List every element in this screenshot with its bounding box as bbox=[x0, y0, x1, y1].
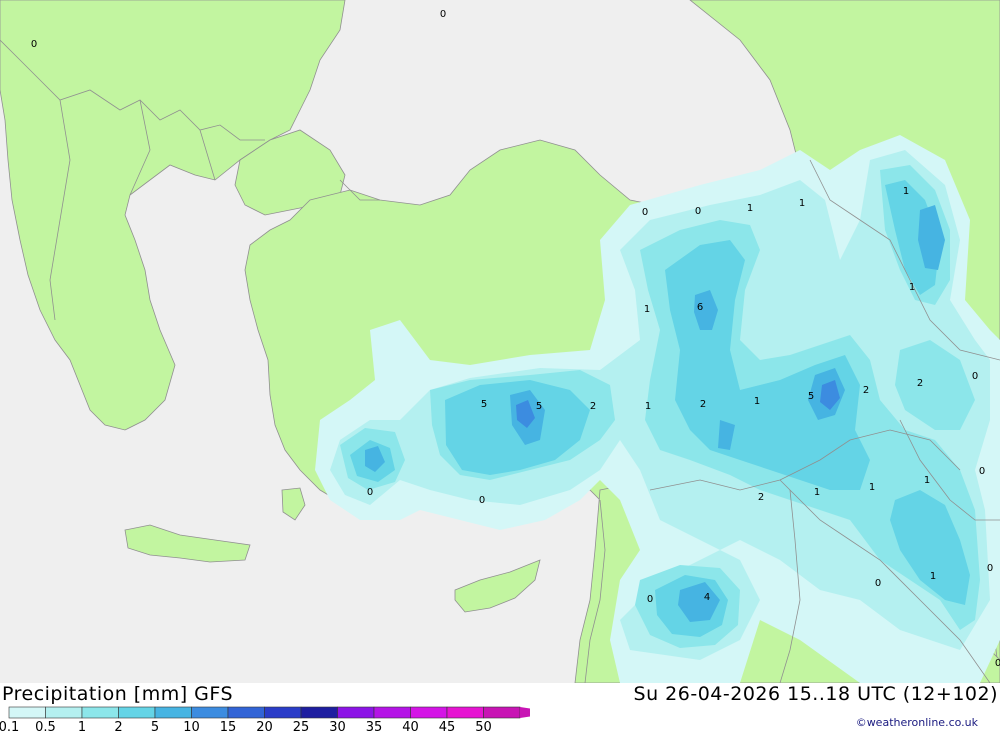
value-label: 1 bbox=[814, 487, 820, 498]
legend-label: 40 bbox=[402, 720, 419, 733]
value-label: 2 bbox=[590, 401, 596, 412]
value-label: 0 bbox=[479, 495, 485, 506]
value-label: 6 bbox=[697, 302, 703, 313]
legend-swatch bbox=[410, 706, 448, 719]
legend-swatch bbox=[154, 706, 192, 719]
value-label: 1 bbox=[799, 198, 805, 209]
value-label: 0 bbox=[972, 371, 978, 382]
map-title: Precipitation [mm] GFS bbox=[2, 683, 234, 705]
legend-label: 45 bbox=[439, 720, 456, 733]
value-label: 1 bbox=[869, 482, 875, 493]
value-label: 0 bbox=[367, 487, 373, 498]
credit-link[interactable]: ©weatheronline.co.uk bbox=[856, 716, 978, 729]
legend-label: 10 bbox=[183, 720, 200, 733]
value-label: 2 bbox=[863, 385, 869, 396]
legend-swatch bbox=[337, 706, 375, 719]
value-label: 0 bbox=[875, 578, 881, 589]
value-label: 5 bbox=[481, 399, 487, 410]
value-label: 0 bbox=[31, 39, 37, 50]
legend-swatch bbox=[446, 706, 484, 719]
value-label: 0 bbox=[987, 563, 993, 574]
legend-swatch bbox=[8, 706, 46, 719]
value-label: 1 bbox=[924, 475, 930, 486]
legend-swatch bbox=[373, 706, 411, 719]
value-label: 1 bbox=[930, 571, 936, 582]
value-label: 1 bbox=[747, 203, 753, 214]
value-label: 5 bbox=[808, 391, 814, 402]
value-label: 1 bbox=[645, 401, 651, 412]
legend-label: 30 bbox=[329, 720, 346, 733]
value-label: 1 bbox=[909, 282, 915, 293]
value-label: 0 bbox=[642, 207, 648, 218]
legend-label: 0.1 bbox=[0, 720, 19, 733]
legend-label: 35 bbox=[366, 720, 383, 733]
legend-swatch bbox=[300, 706, 338, 719]
value-label: 0 bbox=[440, 9, 446, 20]
legend-swatch bbox=[483, 706, 521, 719]
legend-swatch bbox=[118, 706, 156, 719]
legend-swatch bbox=[191, 706, 229, 719]
legend-label: 25 bbox=[293, 720, 310, 733]
legend-swatch bbox=[264, 706, 302, 719]
legend-arrow bbox=[520, 707, 530, 718]
legend-swatch bbox=[227, 706, 265, 719]
map-datetime: Su 26-04-2026 15..18 UTC (12+102) bbox=[633, 683, 998, 705]
value-label: 1 bbox=[644, 304, 650, 315]
value-label: 1 bbox=[754, 396, 760, 407]
precipitation-map: 000 0 1 111 615 5 2 1 2 1 522000 2 1 1100 40100 bbox=[0, 0, 1000, 683]
footer-bar: Precipitation [mm] GFS Su 26-04-2026 15.… bbox=[0, 683, 1000, 733]
value-label: 0 bbox=[647, 594, 653, 605]
value-label: 2 bbox=[758, 492, 764, 503]
value-label: 0 bbox=[979, 466, 985, 477]
value-label: 0 bbox=[995, 658, 1000, 669]
value-label: 4 bbox=[704, 592, 710, 603]
value-label: 2 bbox=[917, 378, 923, 389]
legend-label: 50 bbox=[475, 720, 492, 733]
legend-swatch bbox=[81, 706, 119, 719]
legend-label: 1 bbox=[78, 720, 86, 733]
legend-label: 20 bbox=[256, 720, 273, 733]
legend-swatch bbox=[45, 706, 83, 719]
value-label: 1 bbox=[903, 186, 909, 197]
value-label: 2 bbox=[700, 399, 706, 410]
legend-label: 2 bbox=[114, 720, 122, 733]
color-legend: 0.1 0.5 1 2 5 10 15 20 25 30 35 40 45 50 bbox=[0, 706, 530, 733]
value-label: 0 bbox=[695, 206, 701, 217]
legend-label: 15 bbox=[220, 720, 237, 733]
value-label: 5 bbox=[536, 401, 542, 412]
legend-label: 5 bbox=[151, 720, 159, 733]
legend-label: 0.5 bbox=[35, 720, 56, 733]
